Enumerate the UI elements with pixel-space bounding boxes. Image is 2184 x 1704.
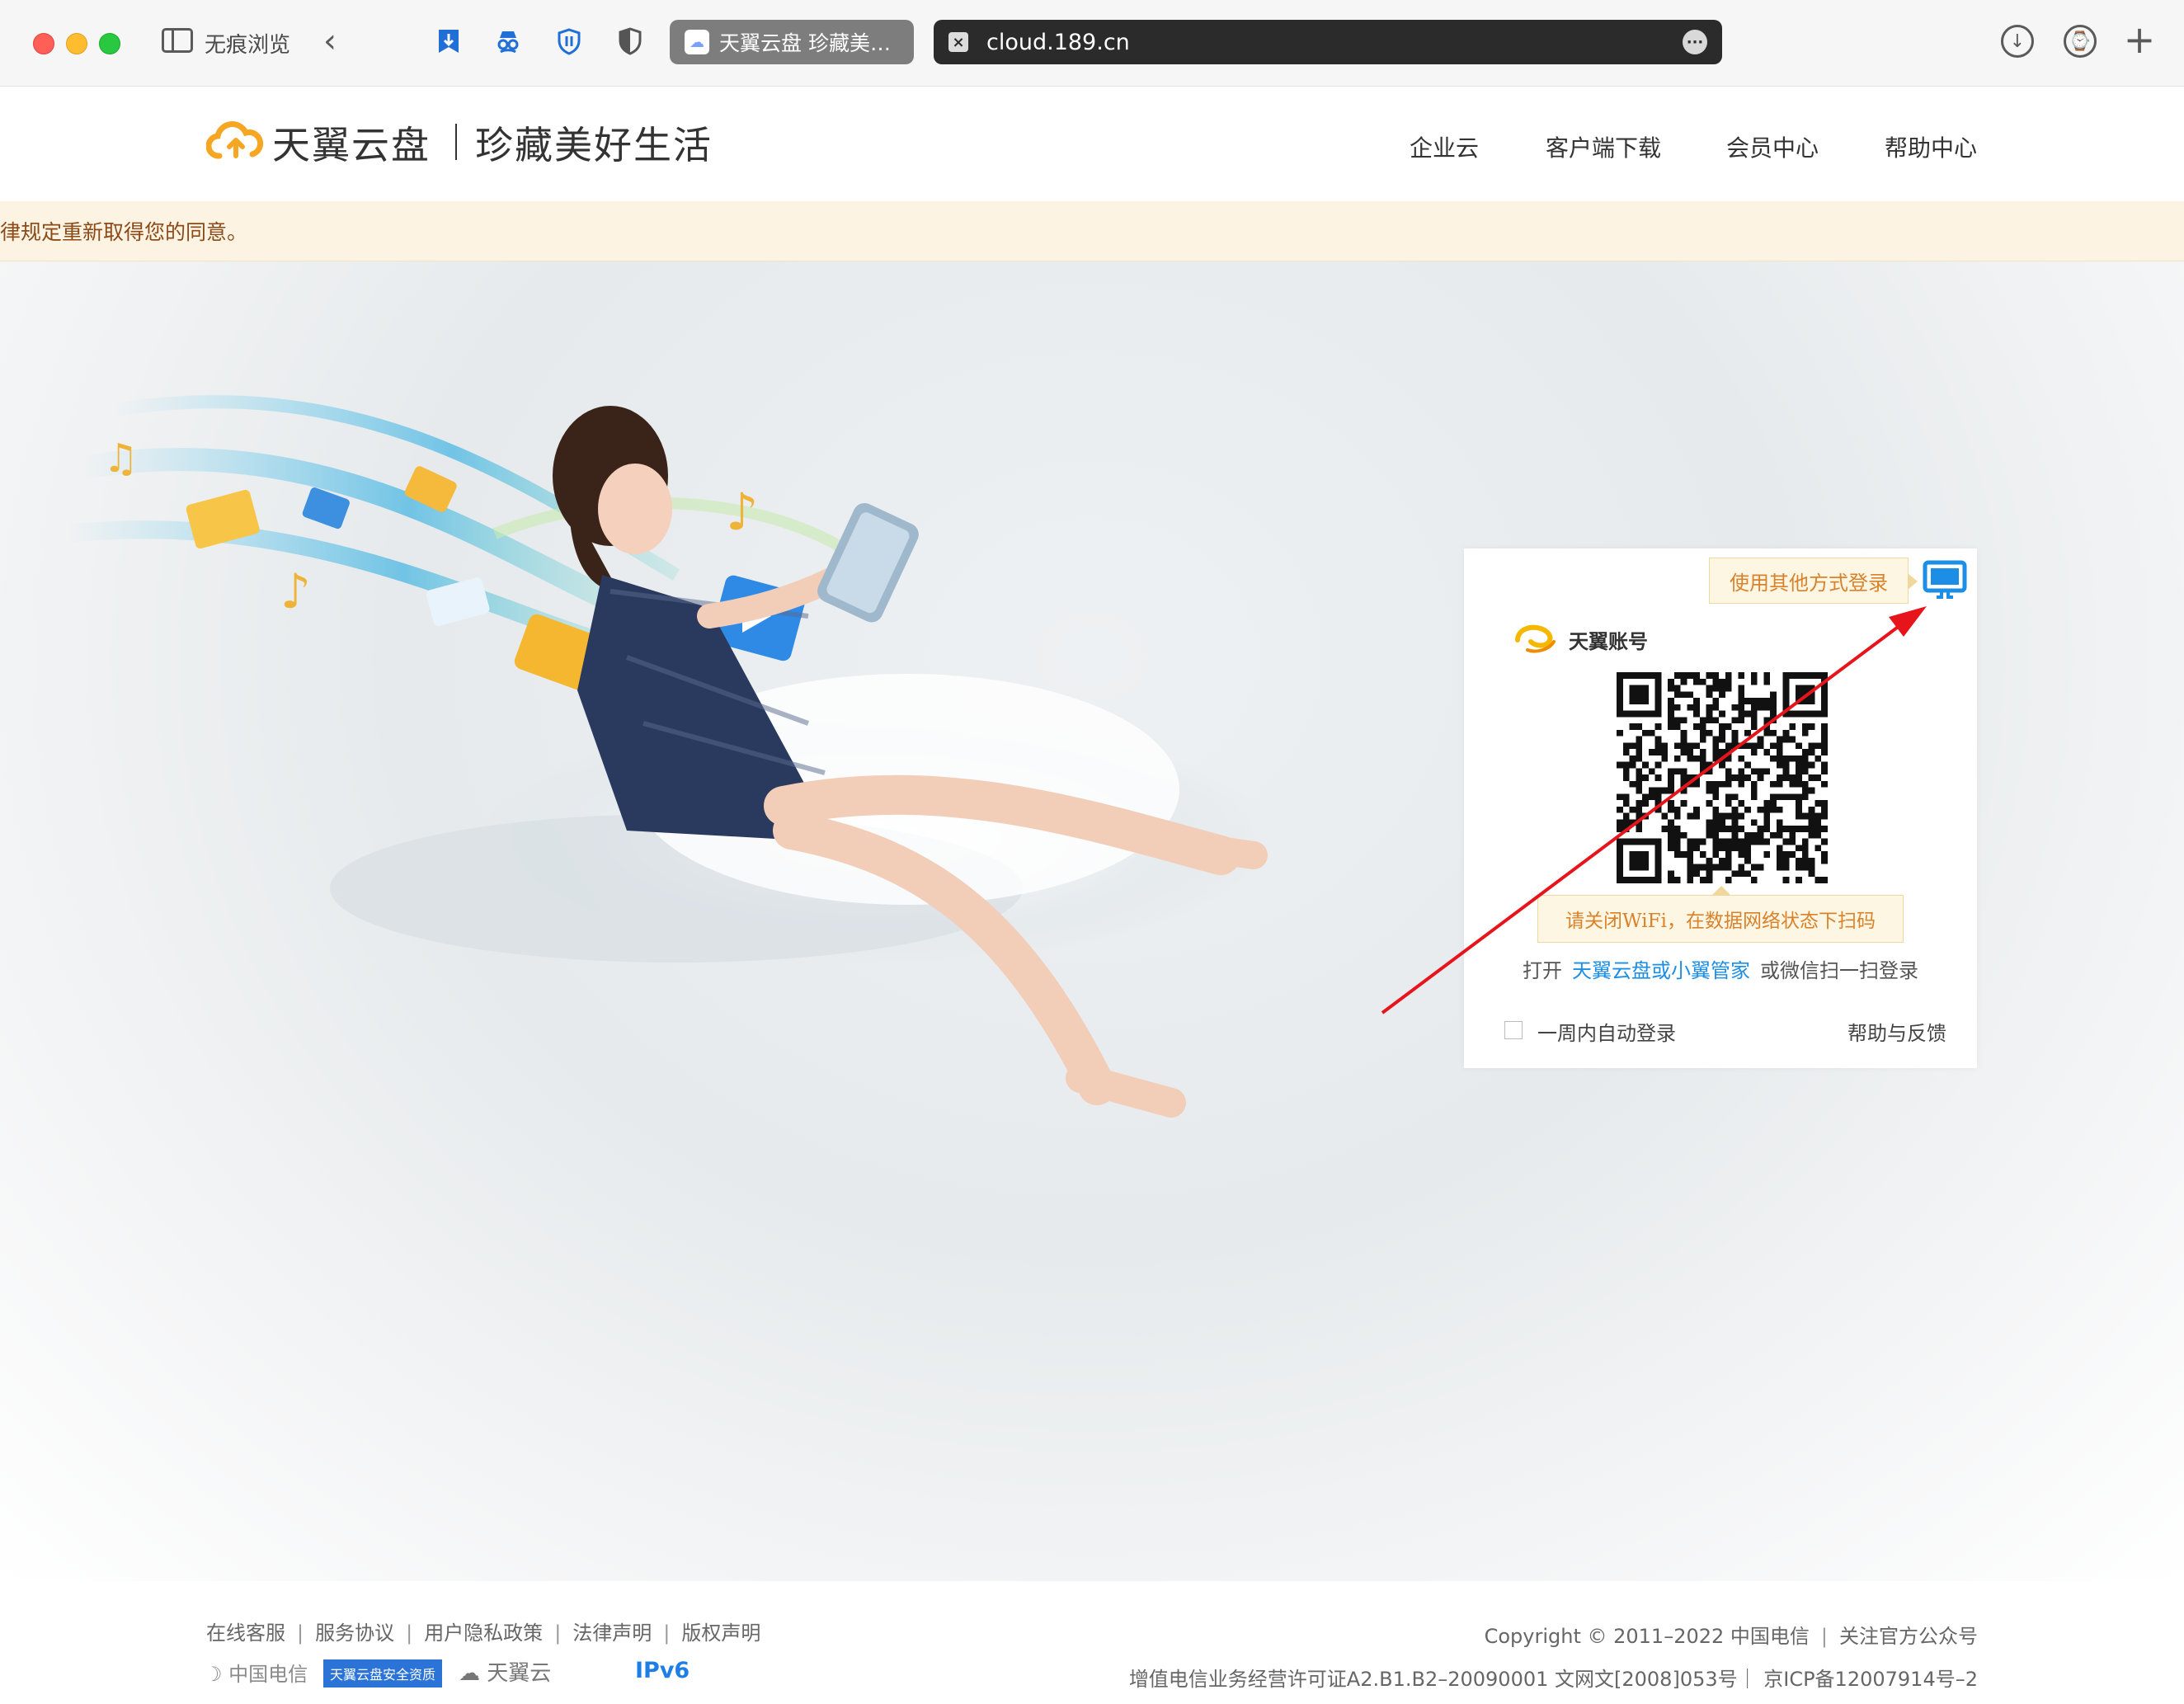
svg-text:♫: ♫ (103, 435, 139, 482)
sidebar-toggle-icon[interactable] (162, 28, 193, 53)
footer-link-legal-notice[interactable]: 法律声明 (572, 1622, 652, 1645)
license-text: 增值电信业务经营许可证A2.B1.B2–20090001 文网文[2008]05… (1128, 1668, 1978, 1691)
privacy-shield-icon[interactable] (612, 23, 648, 59)
brand-divider (455, 124, 457, 160)
auto-login-checkbox[interactable] (1504, 1021, 1523, 1039)
shield-extension-icon[interactable] (551, 23, 587, 59)
ipv6-badge-icon: IPv6 (635, 1658, 690, 1683)
brand-name[interactable]: 天翼云盘 (272, 115, 431, 170)
copyright-line: Copyright © 2011–2022 中国电信 | 关注官方公众号 (1484, 1625, 1978, 1648)
open-prefix: 打开 (1523, 959, 1562, 982)
close-window-button[interactable] (33, 33, 54, 54)
footer-link-privacy-policy[interactable]: 用户隐私政策 (424, 1622, 543, 1645)
follow-official-account-link[interactable]: 关注官方公众号 (1839, 1625, 1978, 1648)
tab-tianyi-cloud[interactable]: ☁ 天翼云盘 珍藏美… (670, 20, 914, 64)
svg-text:♪: ♪ (280, 563, 311, 619)
nav-help-center[interactable]: 帮助中心 (1885, 130, 1977, 163)
footer-links: 在线客服 | 服务协议 | 用户隐私政策 | 法律声明 | 版权声明 (206, 1622, 761, 1645)
new-tab-icon[interactable]: + (2121, 17, 2158, 62)
other-login-tooltip[interactable]: 使用其他方式登录 (1709, 558, 1918, 604)
footer-link-copyright-notice[interactable]: 版权声明 (681, 1622, 760, 1645)
private-browsing-label: 无痕浏览 (205, 33, 291, 58)
address-bar[interactable]: × cloud.189.cn ··· (934, 20, 1722, 64)
account-brand-label: 天翼账号 (1569, 630, 1648, 653)
brand-slogan: 珍藏美好生活 (475, 123, 713, 167)
nav-client-download[interactable]: 客户端下载 (1546, 130, 1661, 163)
copyright-text: Copyright © 2011–2022 中国电信 (1484, 1625, 1810, 1648)
more-icon[interactable]: ··· (1683, 30, 1707, 54)
download-extension-icon[interactable] (431, 23, 467, 59)
notice-text: 律规定重新取得您的同意。 (0, 220, 248, 244)
auto-login-label[interactable]: 一周内自动登录 (1537, 1017, 1676, 1046)
cloud-favicon-icon: ☁ (685, 30, 709, 54)
footer-link-online-service[interactable]: 在线客服 (206, 1622, 285, 1645)
downloads-icon[interactable]: ↓ (2001, 25, 2034, 58)
open-app-instructions: 打开 天翼云盘或小翼管家 或微信扫一扫登录 (1523, 954, 1918, 983)
pc-login-switch-icon[interactable] (1920, 558, 1970, 605)
open-suffix: 或微信扫一扫登录 (1760, 959, 1918, 982)
browser-toolbar: 无痕浏览 ‹ ☁ 天翼云盘 珍藏美… × cloud.189.cn ··· ↓ … (0, 0, 2184, 87)
scan-tip-tooltip: 请关闭WiFi，在数据网络状态下扫码 (1537, 886, 1904, 943)
tab-title: 天翼云盘 珍藏美… (719, 31, 891, 55)
security-qualification-badge[interactable]: 天翼云盘安全资质 (323, 1659, 442, 1688)
zoom-window-button[interactable] (99, 33, 120, 54)
tianyi-account-logo-icon (1515, 624, 1556, 653)
app-download-link[interactable]: 天翼云盘或小翼管家 (1572, 959, 1750, 982)
address-text: cloud.189.cn (986, 29, 1130, 55)
notice-banner: 律规定重新取得您的同意。 (0, 201, 2184, 261)
help-feedback-link[interactable]: 帮助与反馈 (1847, 1017, 1946, 1046)
tianyi-cloud-logo-icon[interactable] (206, 120, 264, 161)
login-qr-code (1617, 672, 1828, 883)
china-telecom-logo-icon: ☽ 中国电信 (205, 1663, 308, 1686)
nav-enterprise-cloud[interactable]: 企业云 (1410, 130, 1479, 163)
footer-link-service-agreement[interactable]: 服务协议 (315, 1622, 394, 1645)
spy-extension-icon[interactable] (490, 23, 526, 59)
ecloud-logo-icon: ☁ 天翼云 (459, 1661, 552, 1686)
back-icon[interactable]: ‹ (313, 22, 346, 60)
minimize-window-button[interactable] (66, 33, 87, 54)
history-icon[interactable]: ⌚ (2064, 25, 2097, 58)
svg-text:♪: ♪ (726, 482, 759, 542)
nav-member-center[interactable]: 会员中心 (1726, 130, 1819, 163)
close-tab-icon[interactable]: × (948, 32, 968, 52)
